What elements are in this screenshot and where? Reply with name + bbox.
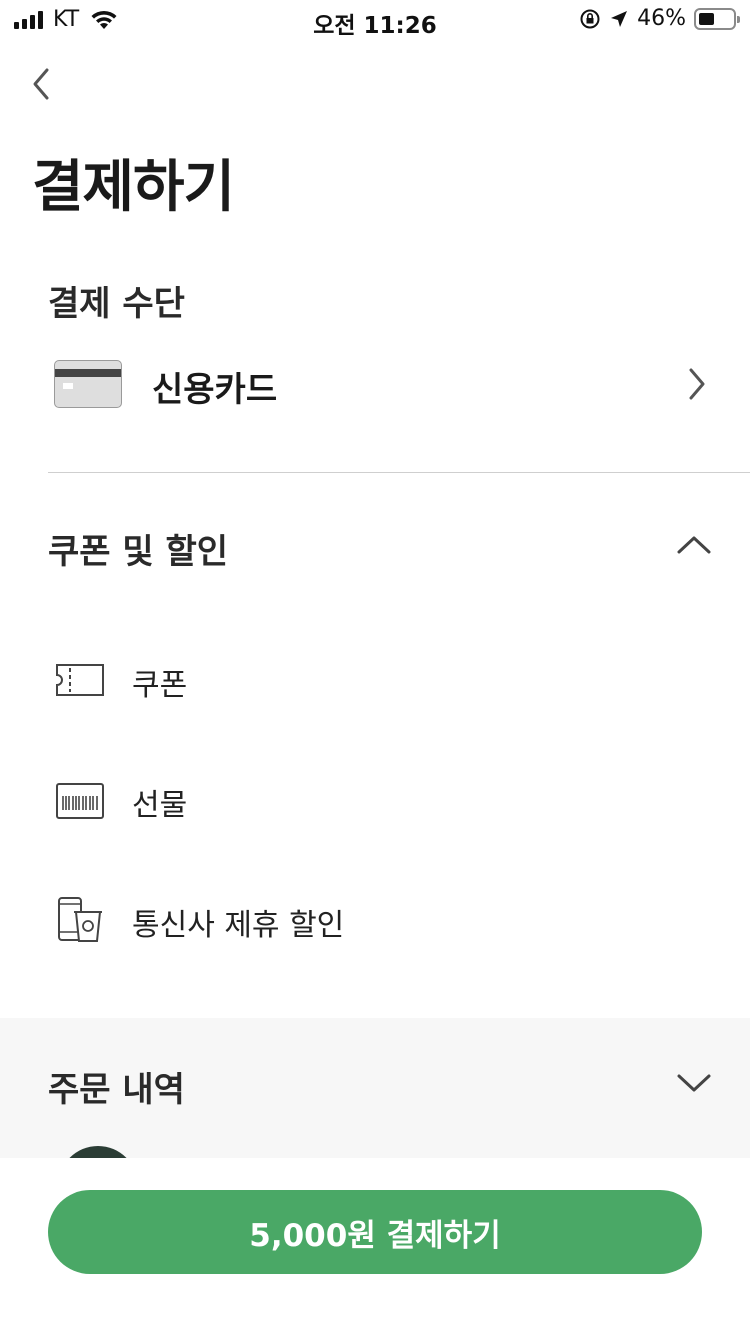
bottom-action-bar: 5,000원 결제하기: [0, 1158, 750, 1334]
rotation-lock-icon: [580, 9, 600, 28]
discount-option-coupon[interactable]: 쿠폰: [48, 646, 708, 706]
page-title: 결제하기: [32, 155, 235, 220]
coupon-ticket-icon: [56, 664, 104, 696]
status-right: 46%: [579, 6, 740, 31]
payment-method-row[interactable]: 신용카드: [48, 354, 708, 414]
location-arrow-icon: [611, 10, 628, 27]
credit-card-icon: [54, 360, 122, 408]
chevron-up-icon[interactable]: [676, 534, 712, 556]
discount-option-label: 선물: [132, 788, 188, 823]
order-section-header[interactable]: 주문 내역: [48, 1062, 185, 1111]
discount-option-carrier[interactable]: 통신사 제휴 할인: [48, 886, 708, 946]
battery-fill: [699, 12, 714, 25]
status-bar: KT 오전 11:26 46%: [0, 0, 750, 40]
chevron-down-icon[interactable]: [676, 1072, 712, 1094]
payment-method-label: 결제 수단: [48, 284, 185, 324]
discount-option-label: 통신사 제휴 할인: [132, 908, 345, 943]
phone-cup-icon: [58, 897, 102, 942]
discounts-section-header[interactable]: 쿠폰 및 할인: [48, 524, 228, 573]
battery-icon: [694, 7, 740, 30]
gift-card-barcode-icon: [56, 783, 104, 819]
chevron-right-icon: [689, 368, 705, 400]
pay-button[interactable]: 5,000원 결제하기: [48, 1190, 702, 1274]
section-divider: [48, 472, 750, 473]
payment-method-value: 신용카드: [152, 370, 278, 410]
chevron-left-icon[interactable]: [26, 62, 58, 106]
discount-option-label: 쿠폰: [132, 668, 188, 703]
discount-option-gift[interactable]: 선물: [48, 766, 708, 826]
battery-percent: 46%: [637, 6, 686, 31]
